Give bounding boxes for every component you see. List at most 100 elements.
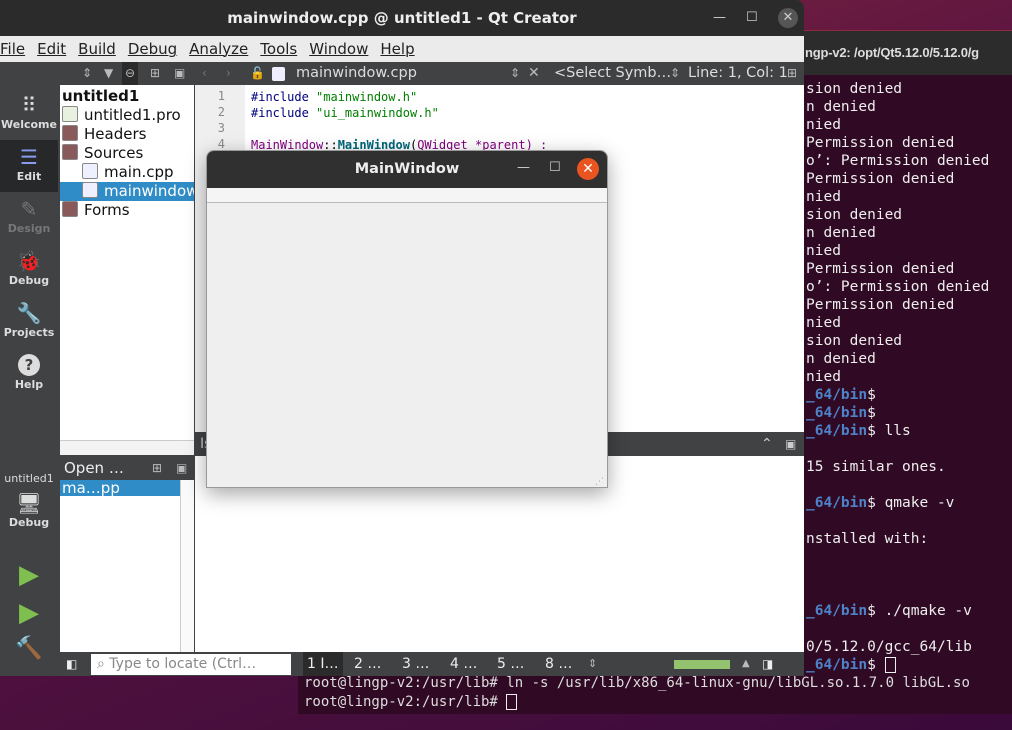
code-line: #include "mainwindow.h": [251, 89, 417, 105]
close-button[interactable]: ✕: [778, 8, 798, 28]
tree-item-label: main.cpp: [104, 163, 174, 181]
split-icon[interactable]: ⊞: [787, 62, 797, 85]
close-pane-icon[interactable]: ▣: [785, 432, 796, 456]
output-tab[interactable]: 8 …: [541, 652, 576, 676]
tree-item-label: Forms: [84, 201, 130, 219]
line-number: 3: [217, 121, 225, 135]
locator-input[interactable]: ⌕ Type to locate (Ctrl…: [91, 654, 291, 675]
wrench-icon: 🔧: [16, 301, 42, 325]
project-tree[interactable]: untitled1 untitled1.pro Headers Sources main…: [60, 85, 194, 440]
output-tab[interactable]: 2 …: [350, 652, 385, 676]
terminal-line: sion denied: [806, 80, 902, 98]
back-icon[interactable]: ‹: [202, 62, 207, 85]
updown-icon[interactable]: ⇕: [510, 62, 520, 85]
current-file[interactable]: mainwindow.cpp: [296, 62, 417, 85]
menu-debug[interactable]: Debug: [128, 40, 177, 58]
menu-tools[interactable]: Tools: [260, 40, 297, 58]
mainwindow-app-window[interactable]: MainWindow — ☐ ✕ ⋰: [206, 150, 608, 488]
menu-window[interactable]: Window: [309, 40, 368, 58]
terminal-text: nied: [806, 315, 841, 331]
tree-item[interactable]: untitled1.pro: [60, 106, 194, 125]
debug-run-button[interactable]: ▶: [0, 598, 58, 628]
menu-file[interactable]: File: [0, 40, 25, 58]
progress-fill: [674, 660, 730, 669]
horizontal-scrollbar[interactable]: [60, 440, 194, 455]
split-icon[interactable]: ⊞: [152, 456, 162, 480]
updown-icon[interactable]: ⇕: [670, 62, 680, 85]
mode-projects[interactable]: 🔧 Projects: [0, 296, 58, 348]
tree-item[interactable]: Headers: [60, 125, 194, 144]
maximize-button[interactable]: ☐: [746, 0, 758, 36]
maximize-pane-icon[interactable]: ⌃: [761, 432, 773, 456]
line-number: 4: [217, 137, 225, 151]
pencil-icon: ✎: [20, 197, 38, 221]
close-document-icon[interactable]: ✕: [528, 62, 540, 85]
open-documents-list[interactable]: ma…pp: [60, 480, 194, 652]
mode-welcome[interactable]: ⠿ Welcome: [0, 88, 58, 140]
mode-label: Projects: [3, 326, 55, 339]
tree-item[interactable]: Sources: [60, 144, 194, 163]
mode-debug[interactable]: 🐞 Debug: [0, 244, 58, 296]
run-button[interactable]: ▶: [0, 560, 58, 590]
tree-item[interactable]: untitled1: [60, 87, 194, 106]
tree-item[interactable]: mainwindow.cpp: [60, 182, 194, 201]
minimize-button[interactable]: —: [713, 0, 726, 36]
terminal-line: _64/bin$: [806, 656, 896, 674]
mode-help[interactable]: ? Help: [0, 348, 58, 400]
output-tab[interactable]: 4 …: [446, 652, 481, 676]
menu-analyze[interactable]: Analyze: [189, 40, 248, 58]
output-tab[interactable]: 3 …: [398, 652, 433, 676]
kit-selector[interactable]: 🖥 Debug: [0, 490, 58, 529]
open-documents-selector[interactable]: Open …: [64, 459, 124, 477]
menu-edit[interactable]: Edit: [37, 40, 66, 58]
terminal-cursor: [506, 694, 518, 710]
mode-edit[interactable]: ☰ Edit: [0, 140, 58, 192]
popup-maximize-button[interactable]: ☐: [549, 160, 561, 175]
popup-close-button[interactable]: ✕: [577, 158, 599, 180]
terminal-text: $: [867, 387, 876, 403]
cursor-position[interactable]: Line: 1, Col: 1: [688, 62, 788, 85]
terminal-line: Permission denied: [806, 260, 954, 278]
terminal-text: $: [867, 405, 876, 421]
menu-build[interactable]: Build: [78, 40, 116, 58]
link-icon[interactable]: ⊖: [122, 62, 139, 85]
output-tab[interactable]: 1 I…: [303, 652, 343, 676]
output-tab[interactable]: 5 …: [493, 652, 528, 676]
terminal-text: $ lls: [867, 423, 911, 439]
expand-progress-icon[interactable]: ▲: [742, 652, 750, 676]
symbol-selector[interactable]: <Select Symb…: [554, 62, 671, 85]
terminal-text: nied: [806, 369, 841, 385]
cpp-file-icon: [82, 163, 98, 179]
close-pane-icon[interactable]: ▣: [176, 456, 187, 480]
updown-icon[interactable]: ⇕: [82, 62, 92, 85]
folder-icon: [62, 125, 78, 141]
popup-minimize-button[interactable]: —: [517, 160, 530, 175]
vertical-scrollbar[interactable]: [180, 480, 194, 652]
tree-item[interactable]: main.cpp: [60, 163, 194, 182]
resize-grip-icon[interactable]: ⋰: [595, 477, 604, 487]
terminal-text: sion denied: [806, 207, 903, 223]
close-pane-icon[interactable]: ▣: [174, 62, 185, 85]
mode-design[interactable]: ✎ Design: [0, 192, 58, 244]
mode-label: Edit: [16, 170, 42, 183]
lock-icon: 🔓: [250, 66, 265, 80]
updown-icon[interactable]: ⇕: [588, 652, 597, 676]
popup-title: MainWindow: [207, 151, 607, 188]
terminal-line: sion denied: [806, 206, 902, 224]
filter-icon[interactable]: ▼: [104, 62, 113, 85]
forward-icon[interactable]: ›: [226, 62, 231, 85]
mode-label: Design: [7, 222, 51, 235]
open-document-item[interactable]: ma…pp: [60, 480, 180, 496]
build-hammer-button[interactable]: 🔨: [0, 636, 58, 661]
terminal-window-lower[interactable]: root@lingp-v2:/usr/lib# ln -s /usr/lib/x…: [298, 674, 1012, 714]
terminal-line: n denied: [806, 224, 876, 242]
tree-item-label: Sources: [84, 144, 144, 162]
code-token: #include: [251, 90, 317, 104]
tree-item[interactable]: Forms: [60, 201, 194, 220]
sidebar-toggle-icon[interactable]: ◧: [66, 652, 77, 676]
split-icon[interactable]: ⊞: [150, 62, 160, 85]
terminal-window[interactable]: ngp-v2: /opt/Qt5.12.0/5.12.0/g sion deni…: [780, 30, 1012, 692]
right-sidebar-toggle-icon[interactable]: ◨: [762, 652, 773, 676]
menu-help[interactable]: Help: [380, 40, 414, 58]
terminal-text: nstalled with:: [806, 531, 929, 547]
